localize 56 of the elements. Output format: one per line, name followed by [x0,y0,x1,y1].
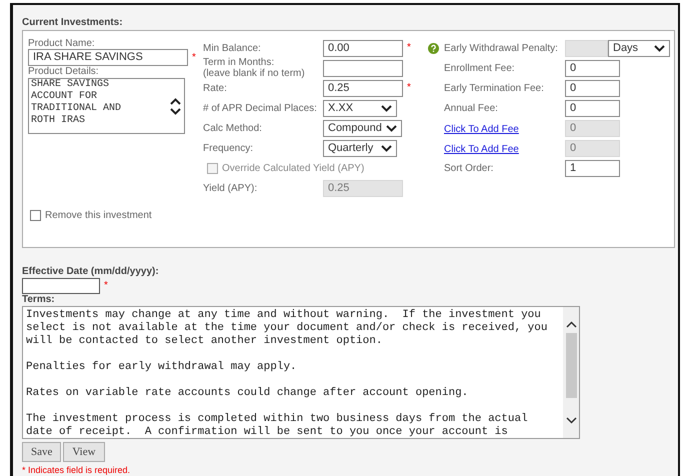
text-field[interactable]: 0 [565,80,620,96]
required-asterisk: * [191,52,197,62]
field-label: Min Balance: [203,42,262,54]
product-name-field[interactable]: IRA SHARE SAVINGS [28,49,188,66]
required-asterisk: * [103,281,109,291]
field-label: Terms: [22,294,56,306]
scroll-down-icon[interactable] [566,417,576,424]
required-note: * Indicates field is required. [22,464,132,476]
field-label: Yield (APY): [203,182,258,194]
chevron-down-icon [386,124,397,132]
chevron-down-icon [654,44,665,52]
field-label: Frequency: [203,142,254,156]
dropdown[interactable]: Compound [323,120,402,136]
checkbox-label: Override Calculated Yield (APY) [222,162,364,176]
field-label: Early Withdrawal Penalty: [444,42,559,56]
field-label: Annual Fee: [444,102,499,116]
field-label: Enrollment Fee: [444,62,516,76]
field-label: Effective Date (mm/dd/yyyy): [22,266,160,278]
chevron-down-icon [381,104,392,112]
field-label: Rate: [203,82,228,94]
required-asterisk: * [406,43,412,53]
terms-paragraph: Penalties for early withdrawal may apply. [26,361,298,374]
field-label: Product Name: [28,38,96,49]
date-field[interactable] [22,278,100,294]
text-field[interactable]: 1 [565,160,620,176]
required-asterisk: * [406,83,412,93]
field-label: # of APR Decimal Places: [203,102,318,116]
text-field[interactable]: 0.00 [323,40,403,56]
text-field[interactable] [323,60,403,76]
terms-field[interactable] [22,306,580,439]
terms-paragraph: Investments may change at any time and without warning. If the investment you select is not available at the time your document and/or check is received, you will be contacted to select another investment option. [26,309,548,348]
field-label: Early Termination Fee: [444,82,545,96]
field-hint: (leave blank if no term) [203,68,306,79]
scroll-up-icon[interactable] [566,321,576,328]
text-field[interactable]: 0.25 [323,80,403,96]
field-label: Sort Order: [444,162,494,176]
checkbox-label: Remove this investment [45,209,152,223]
chevron-down-icon [381,144,392,152]
help-icon[interactable] [428,42,439,54]
field-label: Calc Method: [203,122,263,136]
checkbox[interactable] [30,210,41,221]
field-label: Term in Months: [203,57,276,68]
chevron-down-icon [170,108,181,114]
terms-paragraph: The investment process is completed within two business days from the actual date of receipt. A confirmation will be sent to you once your account is [26,413,529,438]
terms-paragraph: Rates on variable rate accounts could change after account opening. [26,387,470,400]
form-button[interactable]: View [63,442,105,462]
text-field[interactable]: 0 [565,60,620,76]
form-button[interactable]: Save [22,442,62,462]
dropdown[interactable]: X.XX [323,100,397,116]
text-field[interactable]: 0 [565,100,620,116]
product-details-field[interactable]: SHARE SAVINGS ACCOUNT FOR TRADITIONAL AND ROTH IRAS [28,78,185,134]
dropdown[interactable]: Quarterly [323,140,397,156]
scroll-up-icon[interactable] [170,98,181,104]
scrollbar[interactable] [563,307,579,438]
field-label: Product Details: [28,66,100,78]
section-title: Current Investments: [22,16,124,30]
